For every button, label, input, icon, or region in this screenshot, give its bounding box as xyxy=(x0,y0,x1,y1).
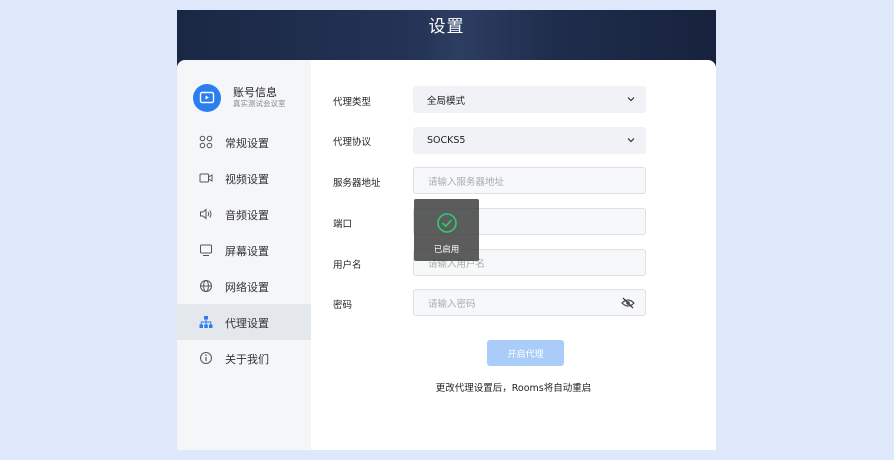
globe-icon xyxy=(200,280,212,292)
server-address-placeholder: 请输入服务器地址 xyxy=(428,176,505,188)
enable-proxy-button[interactable]: 开启代理 xyxy=(487,340,564,366)
sidebar-item-audio[interactable]: 音频设置 xyxy=(177,196,311,232)
chevron-down-icon xyxy=(627,97,635,102)
proxy-type-value: 全局模式 xyxy=(427,95,466,107)
sidebar-item-label: 常规设置 xyxy=(225,137,269,150)
sidebar-item-label: 音频设置 xyxy=(225,209,269,222)
sidebar-item-about[interactable]: 关于我们 xyxy=(177,340,311,376)
proxy-protocol-select[interactable]: SOCKS5 xyxy=(413,127,646,154)
sitemap-icon xyxy=(199,316,213,328)
proxy-type-label: 代理类型 xyxy=(333,97,372,108)
sidebar: 账号信息 真实测试会议室 常规设置 视频设置 音频设置 屏幕设置 网络设置 代理… xyxy=(177,60,311,450)
success-toast: 已启用 xyxy=(414,199,479,261)
sidebar-item-proxy[interactable]: 代理设置 xyxy=(177,304,311,340)
password-input[interactable]: 请输入密码 xyxy=(413,289,646,316)
restart-note: 更改代理设置后，Rooms将自动重启 xyxy=(435,383,592,394)
username-label: 用户名 xyxy=(333,260,362,271)
port-label: 端口 xyxy=(333,219,353,230)
sidebar-item-label: 屏幕设置 xyxy=(225,245,269,258)
grid-icon xyxy=(199,135,213,149)
server-address-input[interactable]: 请输入服务器地址 xyxy=(413,167,646,194)
info-icon xyxy=(200,352,212,364)
proxy-type-select[interactable]: 全局模式 xyxy=(413,86,646,113)
sidebar-item-video[interactable]: 视频设置 xyxy=(177,160,311,196)
eye-off-icon[interactable] xyxy=(621,297,635,309)
account-info[interactable]: 账号信息 真实测试会议室 xyxy=(193,84,311,114)
sidebar-item-label: 视频设置 xyxy=(225,173,269,186)
toast-text: 已启用 xyxy=(433,245,460,255)
speaker-icon xyxy=(200,208,212,220)
sidebar-item-network[interactable]: 网络设置 xyxy=(177,268,311,304)
account-subtitle: 真实测试会议室 xyxy=(233,99,286,108)
password-placeholder: 请输入密码 xyxy=(428,298,476,310)
proxy-protocol-value: SOCKS5 xyxy=(427,135,466,146)
account-logo-icon xyxy=(193,84,221,112)
proxy-settings-panel: 代理类型 全局模式 代理协议 SOCKS5 服务器地址 请输入服务器地址 端口 … xyxy=(311,60,716,450)
video-icon xyxy=(199,173,213,183)
sidebar-item-label: 关于我们 xyxy=(225,353,269,366)
password-label: 密码 xyxy=(333,300,353,311)
sidebar-item-label: 代理设置 xyxy=(225,317,269,330)
sidebar-item-general[interactable]: 常规设置 xyxy=(177,124,311,160)
proxy-protocol-label: 代理协议 xyxy=(333,137,372,148)
sidebar-item-screen[interactable]: 屏幕设置 xyxy=(177,232,311,268)
sidebar-item-label: 网络设置 xyxy=(225,281,269,294)
server-address-label: 服务器地址 xyxy=(333,178,381,189)
page-title: 设置 xyxy=(428,17,465,37)
monitor-icon xyxy=(200,244,212,256)
check-circle-icon xyxy=(437,213,457,233)
chevron-down-icon xyxy=(627,138,635,143)
